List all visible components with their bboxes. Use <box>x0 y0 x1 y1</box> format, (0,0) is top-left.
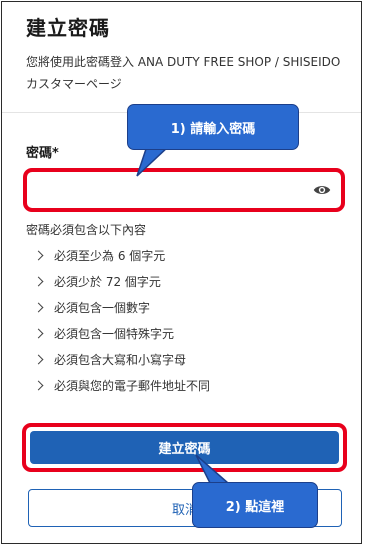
requirement-text: 必須與您的電子郵件地址不同 <box>54 379 211 393</box>
requirement-item: 必須包含一個特殊字元 <box>32 324 210 350</box>
chevron-right-icon <box>33 328 44 339</box>
page-frame: 建立密碼 您將使用此密碼登入 ANA DUTY FREE SHOP / SHIS… <box>1 1 362 544</box>
callout-step-2: 2) 點這裡 <box>192 482 318 528</box>
requirements-list: 必須至少為 6 個字元 必須少於 72 個字元 必須包含一個數字 必須包含一個特… <box>32 246 210 402</box>
chevron-right-icon <box>33 276 44 287</box>
create-button-highlight: 建立密碼 <box>22 423 347 472</box>
eye-icon[interactable] <box>313 182 331 198</box>
callout-step-1: 1) 請輸入密碼 <box>127 104 299 150</box>
requirement-text: 必須包含一個特殊字元 <box>54 327 175 341</box>
chevron-right-icon <box>33 302 44 313</box>
requirement-item: 必須少於 72 個字元 <box>32 272 210 298</box>
requirement-item: 必須包含一個數字 <box>32 298 210 324</box>
requirement-item: 必須至少為 6 個字元 <box>32 246 210 272</box>
requirement-text: 必須至少為 6 個字元 <box>54 249 166 263</box>
password-input[interactable] <box>33 176 307 204</box>
chevron-right-icon <box>33 250 44 261</box>
requirement-item: 必須與您的電子郵件地址不同 <box>32 376 210 402</box>
requirement-text: 必須包含大寫和小寫字母 <box>54 353 187 367</box>
page-subtitle: 您將使用此密碼登入 ANA DUTY FREE SHOP / SHISEIDO … <box>26 55 341 91</box>
requirement-item: 必須包含大寫和小寫字母 <box>32 350 210 376</box>
requirement-text: 必須包含一個數字 <box>54 301 151 315</box>
password-label: 密碼* <box>26 146 59 161</box>
requirements-title: 密碼必須包含以下內容 <box>26 223 147 237</box>
callout-tail <box>136 146 171 177</box>
page-title: 建立密碼 <box>26 16 110 40</box>
chevron-right-icon <box>33 380 44 391</box>
chevron-right-icon <box>33 354 44 365</box>
create-password-button[interactable]: 建立密碼 <box>30 431 339 464</box>
requirement-text: 必須少於 72 個字元 <box>54 275 161 289</box>
callout-tail <box>195 454 230 485</box>
